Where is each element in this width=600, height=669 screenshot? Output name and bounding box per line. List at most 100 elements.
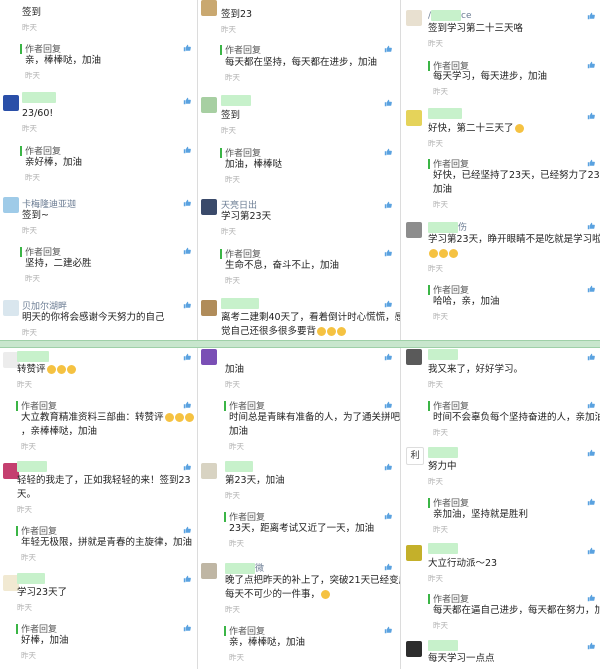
smiley-icon (514, 124, 524, 133)
smiley-icon (429, 249, 438, 258)
like-button[interactable] (587, 449, 595, 457)
like-button[interactable] (587, 61, 595, 69)
like-button[interactable] (183, 353, 191, 361)
like-button[interactable] (384, 249, 392, 257)
comment-text: 明天的你将会感谢今天努力的自己 (22, 312, 165, 323)
like-button[interactable] (587, 547, 595, 555)
reply-text: 每天都在坚持，每天都在进步，加油 (225, 57, 378, 68)
comment-text: 学习第23天，睁开眼睛不是吃就是学习啦！ (428, 234, 600, 245)
like-button[interactable] (384, 45, 392, 53)
comment-text: 签到~ (22, 210, 49, 221)
reply-time: 昨天 (25, 274, 40, 283)
reply-body: 大立教育精准资料三部曲：转赞评 (21, 412, 164, 423)
avatar[interactable] (3, 300, 19, 316)
avatar-glyph: 利 (410, 451, 420, 461)
like-button[interactable] (183, 301, 191, 309)
like-button[interactable] (183, 199, 191, 207)
commenter-name[interactable] (221, 298, 259, 309)
avatar[interactable] (406, 349, 422, 365)
like-button[interactable] (384, 401, 392, 409)
name-redaction (428, 222, 458, 233)
avatar[interactable] (201, 97, 217, 113)
thumbs-up-icon (587, 401, 595, 409)
like-button[interactable] (183, 526, 191, 534)
commenter-name[interactable] (428, 108, 462, 119)
commenter-name[interactable]: 微 (225, 561, 264, 574)
commenter-name[interactable] (17, 351, 49, 362)
comment-text-line2: 天。 (17, 489, 37, 500)
commenter-name[interactable] (428, 349, 458, 360)
avatar[interactable] (406, 10, 422, 26)
commenter-name[interactable] (225, 461, 253, 472)
name-redaction (22, 92, 56, 103)
comment-time: 昨天 (225, 605, 240, 614)
avatar[interactable] (406, 110, 422, 126)
like-button[interactable] (384, 563, 392, 571)
like-button[interactable] (587, 285, 595, 293)
like-button[interactable] (587, 401, 595, 409)
reply-marker (20, 146, 22, 156)
avatar[interactable] (3, 95, 19, 111)
commenter-name[interactable] (17, 461, 47, 472)
avatar[interactable] (201, 300, 217, 316)
commenter-name[interactable] (428, 543, 458, 554)
like-button[interactable] (183, 463, 191, 471)
commenter-name[interactable] (428, 447, 458, 458)
like-button[interactable] (587, 594, 595, 602)
like-button[interactable] (587, 353, 595, 361)
like-button[interactable] (384, 353, 392, 361)
reply-text: 加油，棒棒哒 (225, 159, 283, 170)
like-button[interactable] (183, 624, 191, 632)
like-button[interactable] (587, 12, 595, 20)
like-button[interactable] (183, 97, 191, 105)
reply-text: 23天，距离考试又近了一天，加油 (229, 523, 375, 534)
like-button[interactable] (384, 148, 392, 156)
avatar[interactable] (201, 563, 217, 579)
avatar[interactable] (201, 199, 217, 215)
reply-marker (428, 498, 430, 508)
name-redaction (225, 461, 253, 472)
reply-time: 昨天 (433, 525, 448, 534)
like-button[interactable] (587, 159, 595, 167)
comment-text: 晚了点把昨天的补上了，突破21天已经变成 (225, 575, 400, 586)
like-button[interactable] (384, 512, 392, 520)
avatar[interactable] (406, 222, 422, 238)
commenter-name[interactable] (428, 640, 458, 651)
name-redaction (428, 543, 458, 554)
like-button[interactable] (183, 146, 191, 154)
like-button[interactable] (384, 99, 392, 107)
like-button[interactable] (587, 222, 595, 230)
like-button[interactable] (183, 575, 191, 583)
commenter-name[interactable]: 伤 (428, 220, 467, 233)
like-button[interactable] (587, 112, 595, 120)
like-button[interactable] (587, 642, 595, 650)
commenter-name[interactable] (22, 92, 56, 103)
like-button[interactable] (183, 401, 191, 409)
reply-body: 哈哈，亲，加油 (433, 296, 500, 307)
avatar[interactable] (406, 641, 422, 657)
avatar[interactable]: 利 (406, 447, 424, 465)
like-button[interactable] (587, 498, 595, 506)
commenter-name[interactable]: / ce (428, 10, 472, 21)
like-button[interactable] (384, 300, 392, 308)
avatar[interactable] (3, 197, 19, 213)
reply-text: 年轻无极限，拼就是青春的主旋律，加油 (21, 537, 193, 548)
avatar[interactable] (406, 545, 422, 561)
smiley-icon (439, 249, 448, 258)
smiley-icon (174, 413, 184, 422)
comment-text-line2: 每天不可少的一件事， (225, 588, 331, 602)
commenter-name[interactable] (221, 95, 251, 106)
avatar[interactable] (201, 463, 217, 479)
like-button[interactable] (384, 463, 392, 471)
avatar[interactable] (201, 0, 217, 16)
reply-time: 昨天 (433, 621, 448, 630)
commenter-name[interactable] (17, 573, 45, 584)
like-button[interactable] (384, 201, 392, 209)
avatar[interactable] (201, 349, 217, 365)
smiley-icon (164, 413, 174, 422)
thumbs-up-icon (384, 563, 392, 571)
like-button[interactable] (183, 44, 191, 52)
thumbs-up-icon (587, 594, 595, 602)
like-button[interactable] (384, 626, 392, 634)
like-button[interactable] (183, 247, 191, 255)
